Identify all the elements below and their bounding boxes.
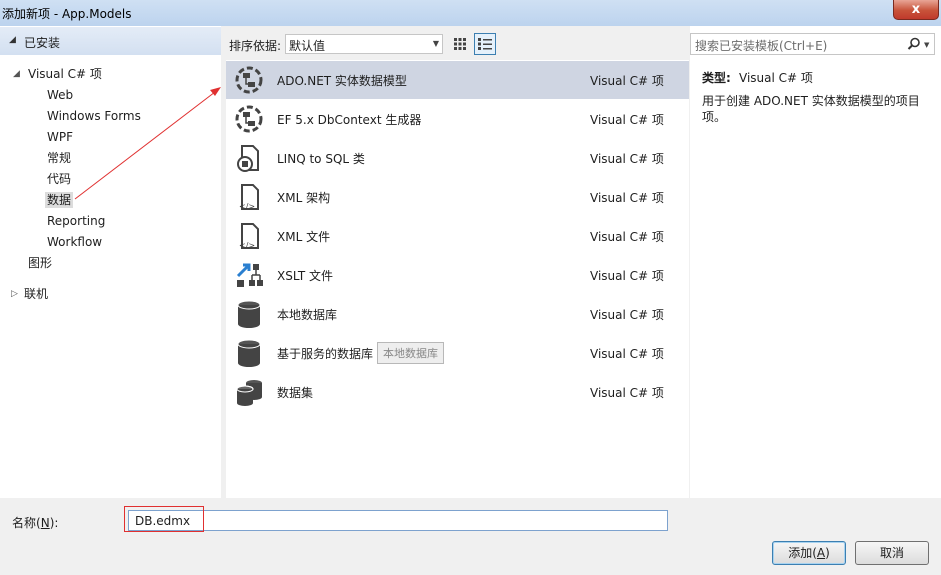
template-search-input[interactable]: 搜索已安装模板(Ctrl+E) ▼ [690, 33, 935, 55]
details-view-button[interactable] [474, 33, 496, 55]
dropdown-arrow-icon: ▼ [432, 39, 439, 48]
template-row-xslt-file[interactable]: XSLT 文件 Visual C# 项 [226, 256, 689, 294]
tree-item-windows-forms[interactable]: Windows Forms [47, 108, 141, 124]
svg-text:</>: </> [239, 241, 255, 250]
type-label: 类型: [702, 71, 731, 85]
tree-item-visual-csharp[interactable]: ◢ Visual C# 项 [13, 66, 102, 82]
dataset-icon [236, 380, 262, 406]
name-field[interactable]: DB.edmx [128, 510, 668, 531]
template-row-local-database[interactable]: 本地数据库 Visual C# 项 [226, 295, 689, 333]
entity-model-icon [235, 66, 263, 94]
category-panel: ◢ 已安装 ◢ Visual C# 项 Web Windows Forms WP… [0, 26, 221, 498]
dbcontext-generator-icon [235, 105, 263, 133]
template-panel: 排序依据: 默认值 ▼ ADO.NET 实体数据模型 Visual C# 项 E… [226, 26, 689, 498]
tree-item-web[interactable]: Web [47, 87, 73, 103]
template-row-ef-dbcontext[interactable]: EF 5.x DbContext 生成器 Visual C# 项 [226, 100, 689, 138]
xml-file-icon: </> [239, 223, 259, 250]
details-panel: 搜索已安装模板(Ctrl+E) ▼ 类型: Visual C# 项 用于创建 A… [690, 26, 941, 498]
search-options-arrow-icon[interactable]: ▼ [924, 41, 929, 49]
tree-item-graphics[interactable]: 图形 [28, 255, 52, 271]
sort-toolbar: 排序依据: 默认值 ▼ [226, 26, 689, 60]
tree-item-online[interactable]: ▷ 联机 [11, 286, 48, 302]
tree-item-wpf[interactable]: WPF [47, 129, 73, 145]
tree-item-workflow[interactable]: Workflow [47, 234, 102, 250]
tree-item-data[interactable]: 数据 [45, 192, 74, 208]
svg-text:</>: </> [239, 202, 255, 211]
template-list: ADO.NET 实体数据模型 Visual C# 项 EF 5.x DbCont… [226, 60, 689, 498]
sort-label: 排序依据: [229, 39, 282, 53]
cancel-button[interactable]: 取消 [855, 541, 929, 565]
installed-header[interactable]: ◢ 已安装 [0, 27, 221, 55]
xml-schema-icon: </> [239, 184, 259, 211]
template-description: 用于创建 ADO.NET 实体数据模型的项目项。 [702, 94, 920, 124]
annotation-highlight-box [124, 506, 204, 532]
collapsed-arrow-icon: ▷ [11, 289, 18, 299]
window-title: 添加新项 - App.Models [2, 7, 132, 21]
medium-icons-view-button[interactable] [449, 33, 471, 55]
service-database-icon [237, 339, 261, 367]
tree-item-reporting[interactable]: Reporting [47, 213, 105, 229]
list-icon [478, 38, 492, 50]
local-database-icon [237, 300, 261, 328]
add-button[interactable]: 添加(A) [772, 541, 846, 565]
linq-to-sql-icon [237, 145, 259, 172]
sort-dropdown[interactable]: 默认值 ▼ [285, 34, 443, 54]
installed-label: 已安装 [24, 36, 61, 50]
type-value: Visual C# 项 [739, 71, 813, 85]
local-database-tag: 本地数据库 [377, 342, 444, 364]
dialog-client-area: ◢ 已安装 ◢ Visual C# 项 Web Windows Forms WP… [0, 26, 941, 575]
template-row-xml-file[interactable]: </> XML 文件 Visual C# 项 [226, 217, 689, 255]
close-button[interactable]: x [893, 0, 939, 20]
grid-icon [454, 38, 466, 50]
collapse-arrow-icon: ◢ [9, 35, 16, 45]
title-bar: 添加新项 - App.Models x [0, 0, 941, 26]
tree-item-code[interactable]: 代码 [47, 171, 71, 187]
bottom-bar: 名称(N): DB.edmx 添加(A) 取消 [0, 498, 941, 575]
name-label: 名称(N): [12, 516, 59, 530]
template-row-dataset[interactable]: 数据集 Visual C# 项 [226, 373, 689, 411]
template-row-linq-to-sql[interactable]: LINQ to SQL 类 Visual C# 项 [226, 139, 689, 177]
template-row-service-database[interactable]: 基于服务的数据库 本地数据库 Visual C# 项 [226, 334, 689, 372]
expanded-arrow-icon: ◢ [13, 69, 20, 79]
xslt-file-icon [236, 263, 263, 287]
template-row-xml-schema[interactable]: </> XML 架构 Visual C# 项 [226, 178, 689, 216]
search-icon [907, 37, 920, 50]
template-row-ado-net[interactable]: ADO.NET 实体数据模型 Visual C# 项 [226, 61, 689, 99]
tree-item-general[interactable]: 常规 [47, 150, 71, 166]
